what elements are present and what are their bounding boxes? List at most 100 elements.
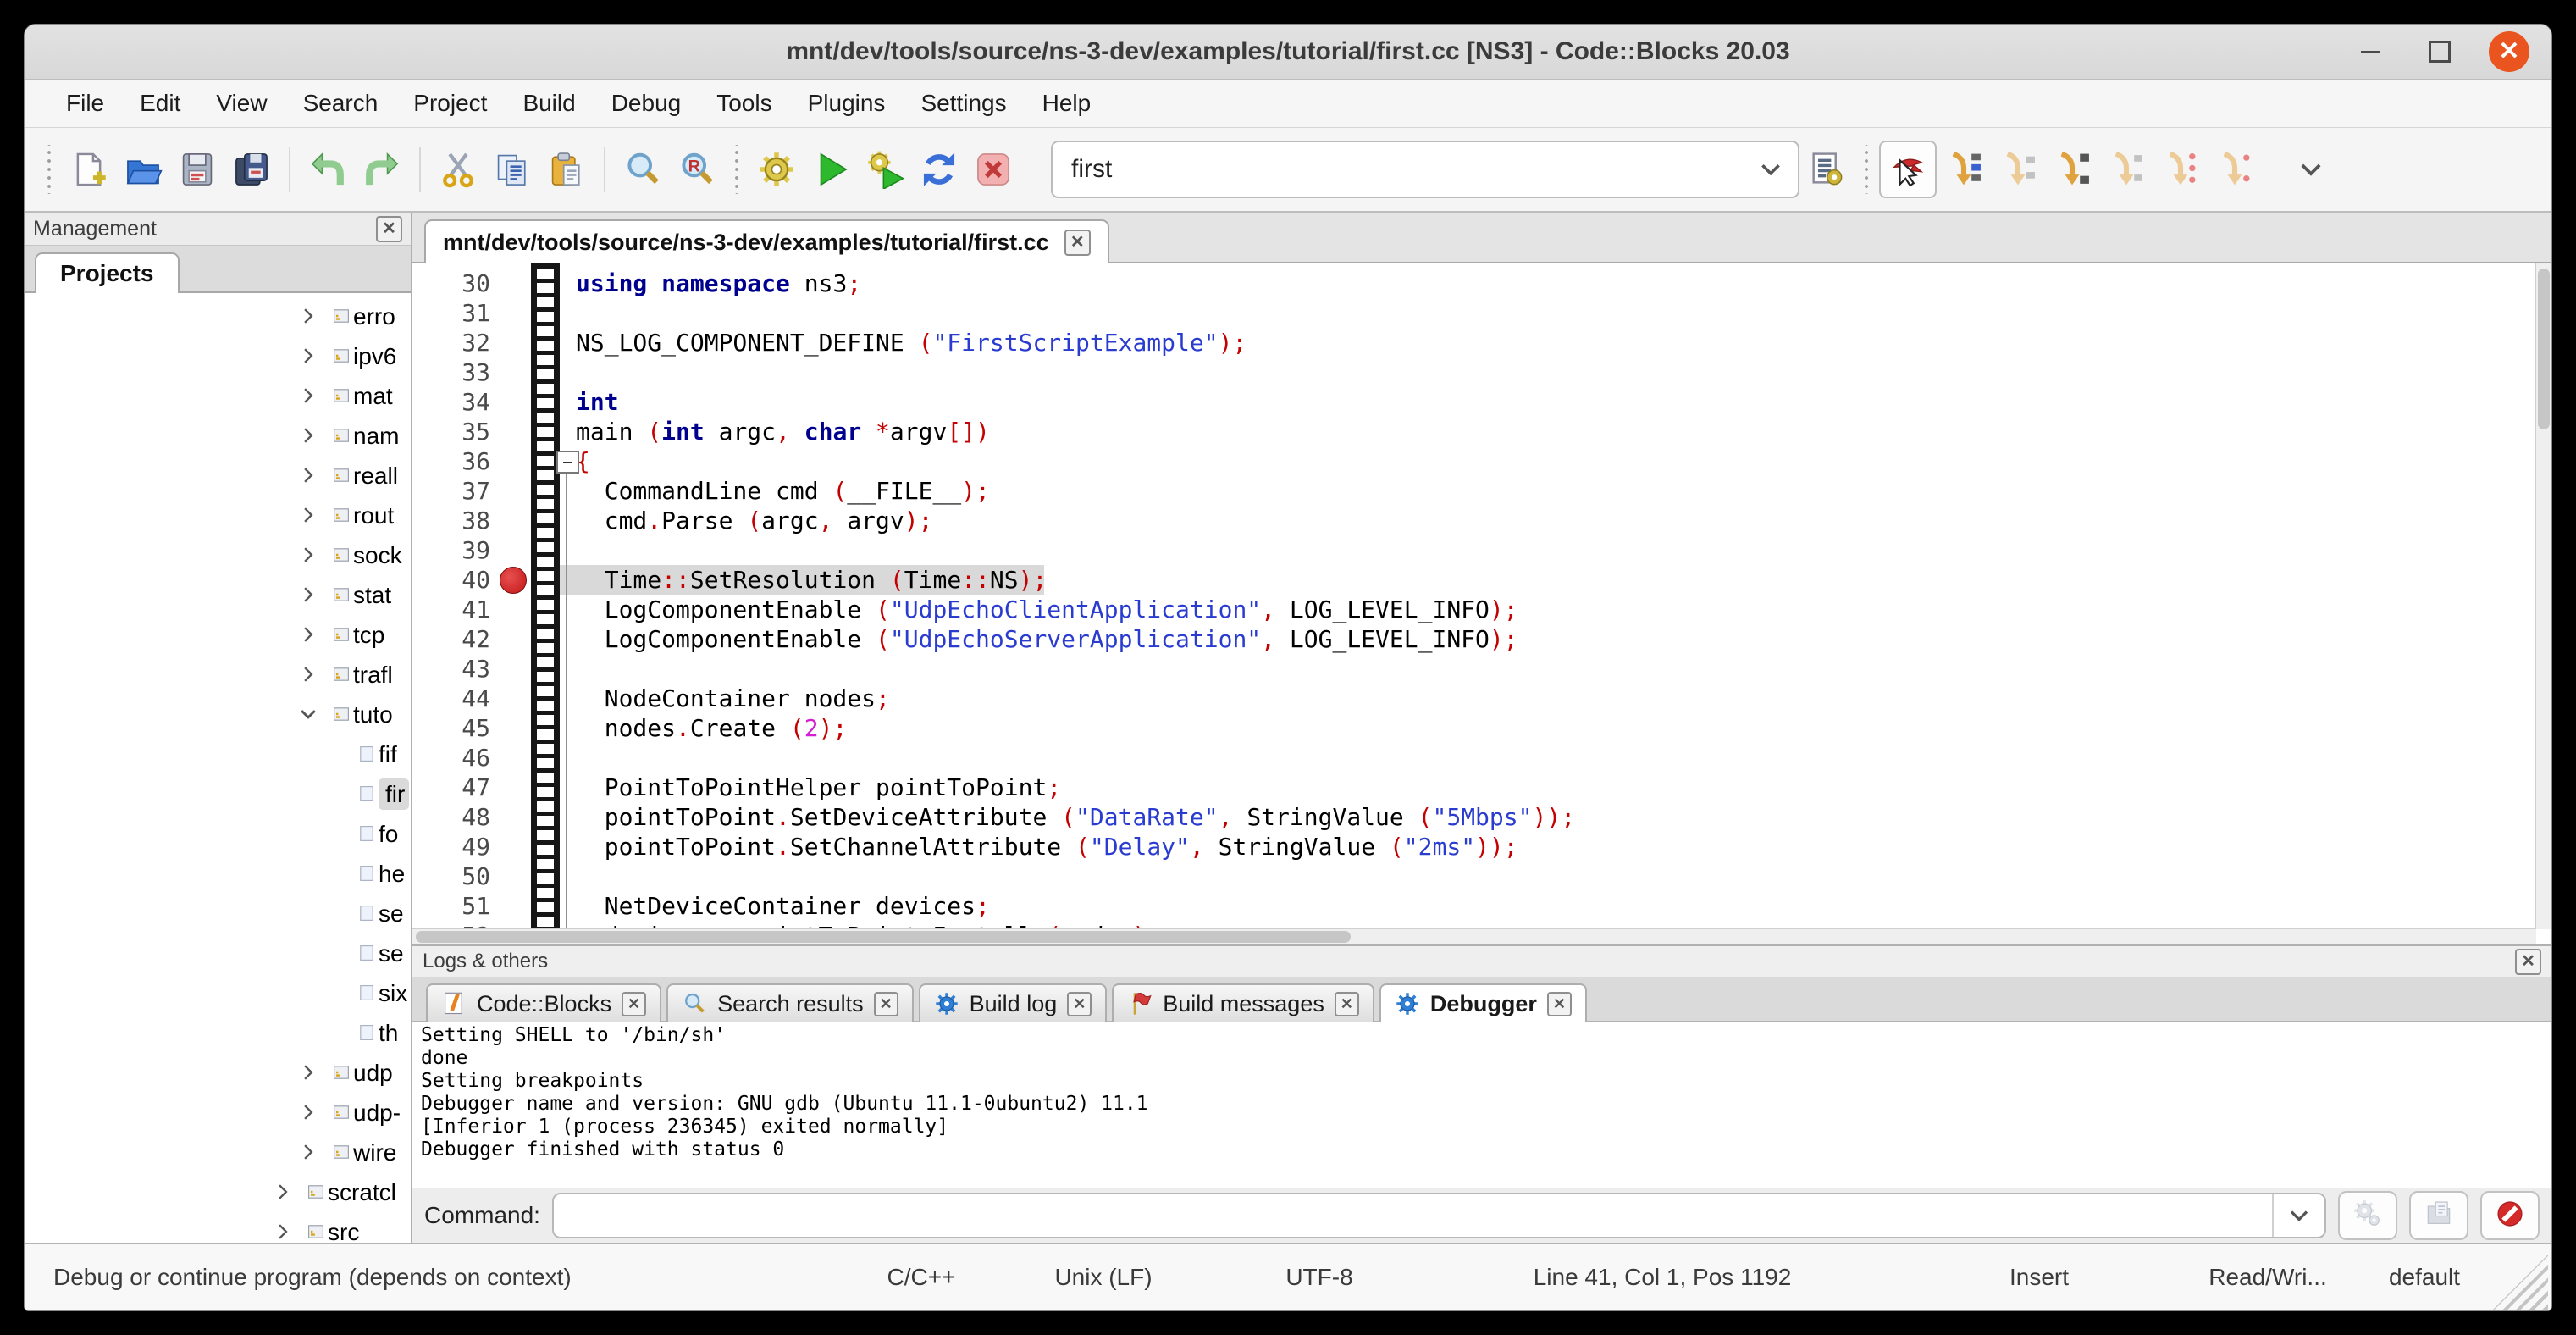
- project-tree[interactable]: erroipv6matnamreallroutsockstattcptraflt…: [25, 293, 411, 1243]
- minimize-icon[interactable]: [2350, 31, 2391, 72]
- code-line-39[interactable]: 39: [412, 535, 2536, 565]
- tree-item-se[interactable]: se: [25, 933, 411, 973]
- code-line-44[interactable]: 44 NodeContainer nodes;: [412, 684, 2536, 713]
- code-line-49[interactable]: 49 pointToPoint.SetChannelAttribute ("De…: [412, 832, 2536, 861]
- tree-item-erro[interactable]: erro: [25, 296, 411, 336]
- log-tab-build-log[interactable]: Build log✕: [919, 983, 1108, 1022]
- copy-log-button[interactable]: [2409, 1191, 2468, 1240]
- fold-collapse-icon[interactable]: [556, 451, 579, 474]
- cut-button[interactable]: [431, 142, 485, 197]
- code-line-47[interactable]: 47 PointToPointHelper pointToPoint;: [412, 773, 2536, 802]
- replace-button[interactable]: R: [670, 142, 724, 197]
- editor-vertical-scrollbar[interactable]: [2535, 263, 2551, 929]
- chevron-down-icon[interactable]: [297, 703, 319, 725]
- menu-item-tools[interactable]: Tools: [699, 85, 789, 122]
- editor-tab-close-icon[interactable]: ✕: [1064, 230, 1091, 256]
- new-file-button[interactable]: [62, 142, 116, 197]
- tree-item-he[interactable]: he: [25, 854, 411, 894]
- log-tab-code-blocks[interactable]: Code::Blocks✕: [426, 983, 661, 1022]
- tree-item-fir[interactable]: fir: [25, 774, 411, 814]
- menu-item-debug[interactable]: Debug: [594, 85, 699, 122]
- tab-projects[interactable]: Projects: [35, 252, 180, 293]
- chevron-right-icon[interactable]: [297, 544, 319, 566]
- tree-item-tuto[interactable]: tuto: [25, 695, 411, 734]
- code-line-51[interactable]: 51 NetDeviceContainer devices;: [412, 891, 2536, 921]
- menu-item-edit[interactable]: Edit: [122, 85, 198, 122]
- chevron-right-icon[interactable]: [272, 1221, 294, 1243]
- chevron-right-icon[interactable]: [297, 345, 319, 367]
- build-and-run-button[interactable]: [858, 142, 912, 197]
- menu-item-help[interactable]: Help: [1025, 85, 1109, 122]
- chevron-right-icon[interactable]: [297, 1141, 319, 1163]
- chevron-right-icon[interactable]: [297, 464, 319, 486]
- step-into-instruction-button[interactable]: [2208, 142, 2262, 197]
- chevron-right-icon[interactable]: [272, 1181, 294, 1203]
- tree-item-tcp[interactable]: tcp: [25, 615, 411, 655]
- step-out-button[interactable]: [2099, 142, 2153, 197]
- management-close-icon[interactable]: ✕: [376, 216, 402, 242]
- editor-tab[interactable]: mnt/dev/tools/source/ns-3-dev/examples/t…: [424, 219, 1109, 263]
- tree-item-wire[interactable]: wire: [25, 1133, 411, 1172]
- tree-item-nam[interactable]: nam: [25, 416, 411, 456]
- code-line-38[interactable]: 38 cmd.Parse (argc, argv);: [412, 506, 2536, 535]
- code-line-45[interactable]: 45 nodes.Create (2);: [412, 713, 2536, 743]
- target-options-button[interactable]: [1799, 142, 1854, 197]
- save-all-button[interactable]: [224, 142, 279, 197]
- code-line-35[interactable]: 35main (int argc, char *argv[]): [412, 417, 2536, 446]
- code-line-41[interactable]: 41 LogComponentEnable ("UdpEchoClientApp…: [412, 595, 2536, 624]
- redo-button[interactable]: [355, 142, 409, 197]
- log-tab-close-icon[interactable]: ✕: [1067, 992, 1092, 1016]
- log-tab-close-icon[interactable]: ✕: [874, 992, 898, 1016]
- find-button[interactable]: [616, 142, 670, 197]
- debugger-output[interactable]: Setting SHELL to '/bin/sh'doneSetting br…: [412, 1022, 2551, 1188]
- resize-grip[interactable]: [2492, 1255, 2548, 1310]
- run-button[interactable]: [804, 142, 858, 197]
- chevron-right-icon[interactable]: [297, 1061, 319, 1083]
- step-into-button[interactable]: [2045, 142, 2099, 197]
- log-tab-close-icon[interactable]: ✕: [622, 992, 646, 1016]
- build-button[interactable]: [749, 142, 804, 197]
- editor-horizontal-scrollbar[interactable]: [412, 928, 2536, 944]
- save-button[interactable]: [170, 142, 224, 197]
- code-editor[interactable]: 30using namespace ns3;3132NS_LOG_COMPONE…: [412, 263, 2551, 944]
- chevron-right-icon[interactable]: [297, 305, 319, 327]
- code-line-36[interactable]: 36{: [412, 446, 2536, 476]
- tree-item-ipv6[interactable]: ipv6: [25, 336, 411, 376]
- code-line-31[interactable]: 31: [412, 298, 2536, 328]
- menu-item-plugins[interactable]: Plugins: [790, 85, 904, 122]
- command-input[interactable]: [554, 1194, 2272, 1237]
- logs-close-icon[interactable]: ✕: [2515, 949, 2541, 975]
- next-instruction-button[interactable]: [2153, 142, 2208, 197]
- build-target-select[interactable]: first: [1051, 141, 1799, 198]
- next-line-button[interactable]: [1991, 142, 2045, 197]
- chevron-right-icon[interactable]: [297, 663, 319, 685]
- log-tab-close-icon[interactable]: ✕: [1547, 992, 1572, 1016]
- tree-item-udp[interactable]: udp: [25, 1053, 411, 1093]
- menu-item-search[interactable]: Search: [285, 85, 396, 122]
- breakpoint-icon[interactable]: [500, 567, 527, 594]
- clear-log-button[interactable]: [2480, 1191, 2540, 1240]
- title-bar[interactable]: mnt/dev/tools/source/ns-3-dev/examples/t…: [25, 25, 2551, 80]
- menu-item-settings[interactable]: Settings: [903, 85, 1024, 122]
- tree-item-fif[interactable]: fif: [25, 734, 411, 774]
- tree-item-reall[interactable]: reall: [25, 456, 411, 496]
- menu-item-project[interactable]: Project: [395, 85, 505, 122]
- close-icon[interactable]: ✕: [2489, 31, 2529, 72]
- tree-item-scratcl[interactable]: scratcl: [25, 1172, 411, 1212]
- code-line-30[interactable]: 30using namespace ns3;: [412, 269, 2536, 298]
- tree-item-trafl[interactable]: trafl: [25, 655, 411, 695]
- menu-item-build[interactable]: Build: [505, 85, 593, 122]
- code-line-32[interactable]: 32NS_LOG_COMPONENT_DEFINE ("FirstScriptE…: [412, 328, 2536, 357]
- log-tab-build-messages[interactable]: Build messages✕: [1112, 983, 1374, 1022]
- code-line-40[interactable]: 40 Time::SetResolution (Time::NS);: [412, 565, 2536, 595]
- chevron-right-icon[interactable]: [297, 1101, 319, 1123]
- code-line-48[interactable]: 48 pointToPoint.SetDeviceAttribute ("Dat…: [412, 802, 2536, 832]
- chevron-right-icon[interactable]: [297, 584, 319, 606]
- run-to-cursor-button[interactable]: [1937, 142, 1991, 197]
- tree-item-sock[interactable]: sock: [25, 535, 411, 575]
- code-line-43[interactable]: 43: [412, 654, 2536, 684]
- code-line-33[interactable]: 33: [412, 357, 2536, 387]
- code-rows[interactable]: 30using namespace ns3;3132NS_LOG_COMPONE…: [412, 263, 2536, 929]
- horizontal-scroll-thumb[interactable]: [416, 931, 1351, 943]
- paste-button[interactable]: [539, 142, 594, 197]
